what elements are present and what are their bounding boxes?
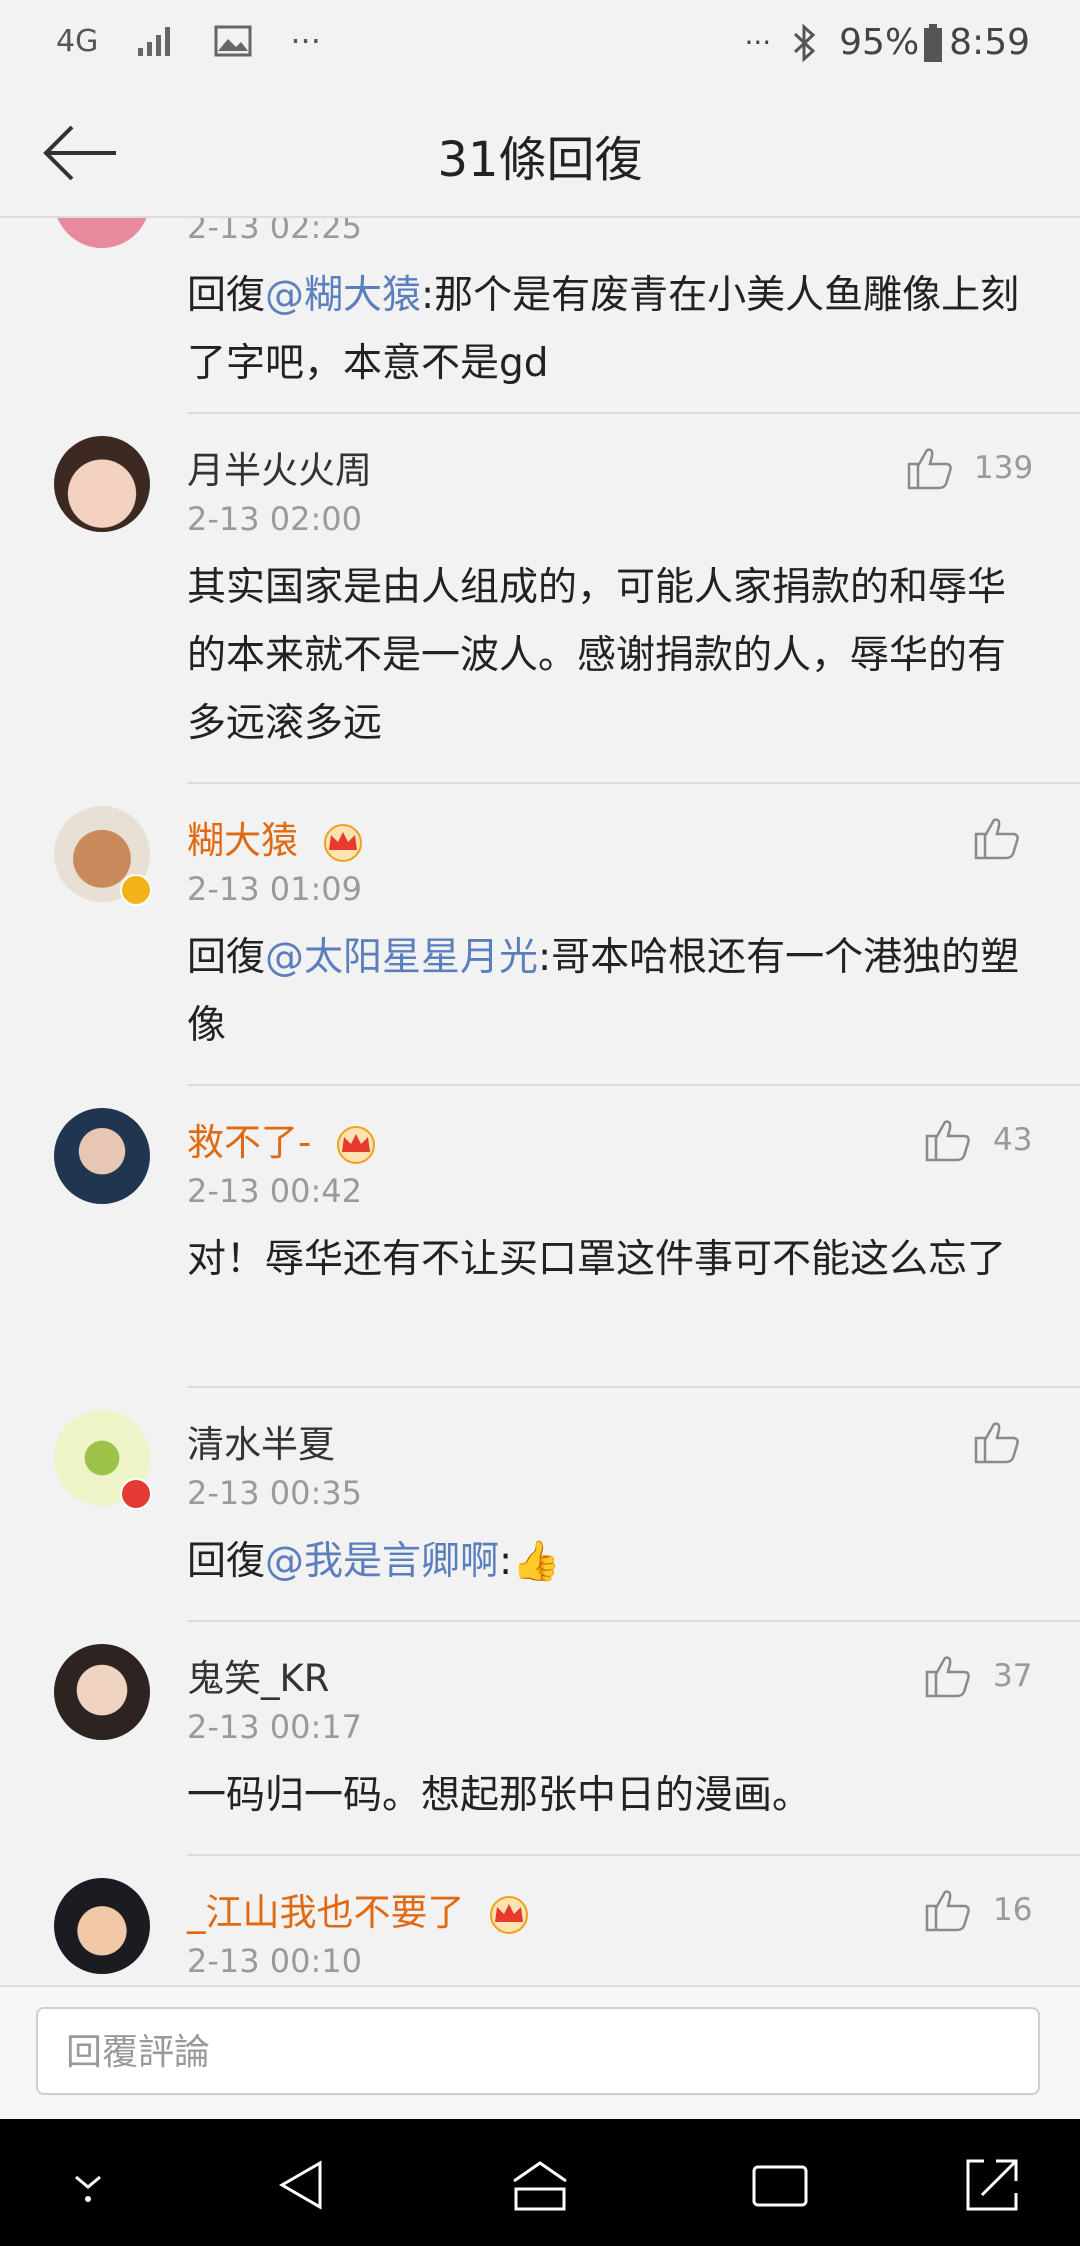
crown-icon bbox=[323, 823, 362, 862]
verified-badge-icon bbox=[120, 874, 152, 906]
comment-author[interactable]: _江山我也不要了 bbox=[187, 1882, 532, 1936]
network-indicator: 4G bbox=[56, 23, 99, 59]
member-badge-icon bbox=[120, 1478, 152, 1510]
like-count: 43 bbox=[993, 1122, 1033, 1158]
like-count: 16 bbox=[993, 1892, 1033, 1928]
signal-icon bbox=[138, 27, 171, 56]
comment-text: 对！辱华还有不让买口罩这件事可不能这么忘了 bbox=[187, 1237, 1007, 1282]
reply-bar: 回覆評論 bbox=[0, 1985, 1080, 2121]
like-thumb-icon[interactable] bbox=[972, 1418, 1022, 1466]
avatar[interactable] bbox=[54, 436, 150, 532]
mention-link[interactable]: @糊大猿 bbox=[265, 273, 421, 318]
divider bbox=[187, 1854, 1080, 1856]
comment-time: 2-13 02:25 bbox=[187, 218, 363, 246]
comment-author[interactable]: 月半火火周 bbox=[187, 440, 372, 494]
comment-time: 2-13 00:17 bbox=[187, 1708, 363, 1746]
comment-text: 一码归一码。想起那张中日的漫画。 bbox=[187, 1773, 812, 1818]
crown-icon bbox=[490, 1895, 529, 1934]
crown-icon bbox=[337, 1125, 376, 1164]
expand-screen-icon[interactable] bbox=[962, 2155, 1022, 2215]
battery-percent: 95% bbox=[839, 22, 920, 63]
more-notifications: ··· bbox=[290, 22, 321, 60]
mention-link[interactable]: @我是言卿啊 bbox=[265, 1539, 499, 1584]
comment-text: 回復@太阳星星月光:哥本哈根还有一个港独的塑像 bbox=[187, 935, 1020, 1048]
like-thumb-icon[interactable] bbox=[923, 1116, 973, 1164]
divider bbox=[187, 1084, 1080, 1086]
divider bbox=[187, 1386, 1080, 1388]
comment-text: 回復@我是言卿啊:👍 bbox=[187, 1539, 561, 1584]
avatar[interactable] bbox=[54, 1878, 150, 1974]
like-thumb-icon[interactable] bbox=[923, 1886, 973, 1934]
comment-author[interactable]: 糊大猿 bbox=[187, 810, 366, 864]
header: 31條回復 bbox=[0, 90, 1080, 218]
comment-time: 2-13 01:09 bbox=[187, 870, 363, 908]
divider bbox=[187, 782, 1080, 784]
comment-author[interactable]: 鬼笑_KR bbox=[187, 1648, 329, 1702]
system-nav-bar bbox=[0, 2119, 1080, 2246]
reply-input[interactable]: 回覆評論 bbox=[36, 2007, 1040, 2095]
back-nav-icon[interactable] bbox=[272, 2155, 332, 2215]
divider bbox=[187, 412, 1080, 414]
like-thumb-icon[interactable] bbox=[923, 1652, 973, 1700]
recent-apps-icon[interactable] bbox=[750, 2155, 810, 2215]
divider bbox=[187, 1620, 1080, 1622]
home-nav-icon[interactable] bbox=[510, 2155, 570, 2215]
like-count: 37 bbox=[993, 1658, 1033, 1694]
hide-keyboard-icon[interactable] bbox=[58, 2155, 118, 2215]
comment-text: 其实国家是由人组成的，可能人家捐款的和辱华的本来就不是一波人。感谢捐款的人，辱华… bbox=[187, 565, 1007, 746]
comment-time: 2-13 00:10 bbox=[187, 1942, 363, 1980]
comment-text: 回復@糊大猿:那个是有废青在小美人鱼雕像上刻了字吧，本意不是gd bbox=[187, 273, 1020, 386]
mention-link[interactable]: @太阳星星月光 bbox=[265, 935, 538, 980]
gallery-icon bbox=[214, 25, 252, 57]
comment-time: 2-13 00:42 bbox=[187, 1172, 363, 1210]
page-title: 31條回復 bbox=[437, 132, 643, 188]
comment-author[interactable]: 救不了- bbox=[187, 1112, 379, 1166]
bluetooth-icon bbox=[794, 23, 816, 62]
avatar[interactable] bbox=[54, 1108, 150, 1204]
like-count: 139 bbox=[974, 450, 1034, 486]
comment-time: 2-13 00:35 bbox=[187, 1474, 363, 1512]
battery-icon bbox=[924, 23, 943, 62]
like-thumb-icon[interactable] bbox=[905, 444, 955, 492]
avatar[interactable] bbox=[54, 1644, 150, 1740]
more-dots: ··· bbox=[744, 26, 772, 59]
status-bar: 4G ··· ··· 95% 8:59 bbox=[0, 0, 1080, 90]
comment-list[interactable]: 2-13 02:25 回復@糊大猿:那个是有废青在小美人鱼雕像上刻了字吧，本意不… bbox=[0, 218, 1080, 1985]
like-thumb-icon[interactable] bbox=[972, 814, 1022, 862]
clock: 8:59 bbox=[949, 22, 1030, 63]
comment-author[interactable]: 清水半夏 bbox=[187, 1414, 335, 1468]
comment-time: 2-13 02:00 bbox=[187, 500, 363, 538]
avatar[interactable] bbox=[54, 218, 150, 248]
